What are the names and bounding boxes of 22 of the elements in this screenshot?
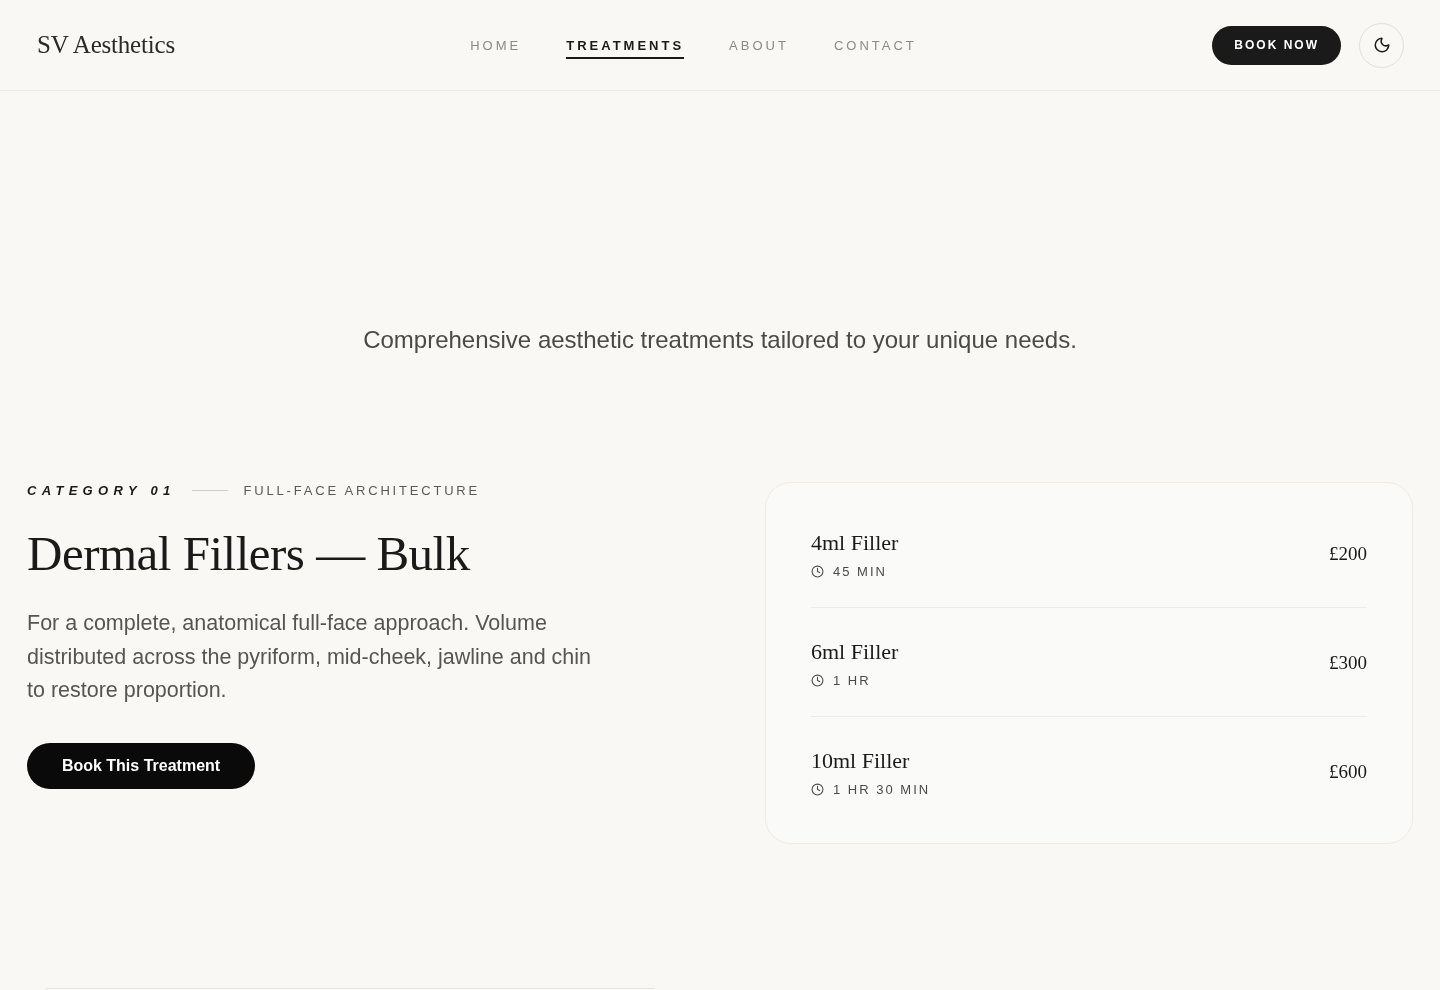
tagline: Comprehensive aesthetic treatments tailored to your unique needs. <box>363 326 1077 354</box>
treatment-title: Dermal Fillers — Bulk <box>27 525 470 583</box>
option-name: 10ml Filler <box>811 747 911 774</box>
option-price: £200 <box>1329 542 1367 565</box>
option-duration: 45 MIN <box>833 563 887 579</box>
option-duration: 1 HR 30 MIN <box>833 781 931 797</box>
book-now-button[interactable]: BOOK NOW <box>1212 25 1341 65</box>
option-name: 6ml Filler <box>811 638 899 665</box>
clock-icon <box>811 673 824 687</box>
treatment-description: For a complete, anatomical full-face approach. Volume distributed across the pyriform, mid-cheek, jawline and chin to restore proportion. <box>27 610 593 704</box>
clock-icon <box>811 782 824 796</box>
category-label: CATEGORY 01 <box>27 482 176 498</box>
option-price: £600 <box>1329 760 1367 783</box>
book-treatment-button[interactable]: Book This Treatment <box>27 742 255 789</box>
option-name: 4ml Filler <box>811 529 899 556</box>
clock-icon <box>811 564 824 578</box>
option-duration: 1 HR <box>833 672 871 688</box>
category-subtitle: FULL-FACE ARCHITECTURE <box>243 482 480 498</box>
option-price: £300 <box>1329 651 1367 674</box>
moon-icon <box>1372 36 1391 54</box>
nav-link[interactable]: TREATMENTS <box>566 31 685 59</box>
logo[interactable]: SV Aesthetics <box>37 31 175 59</box>
